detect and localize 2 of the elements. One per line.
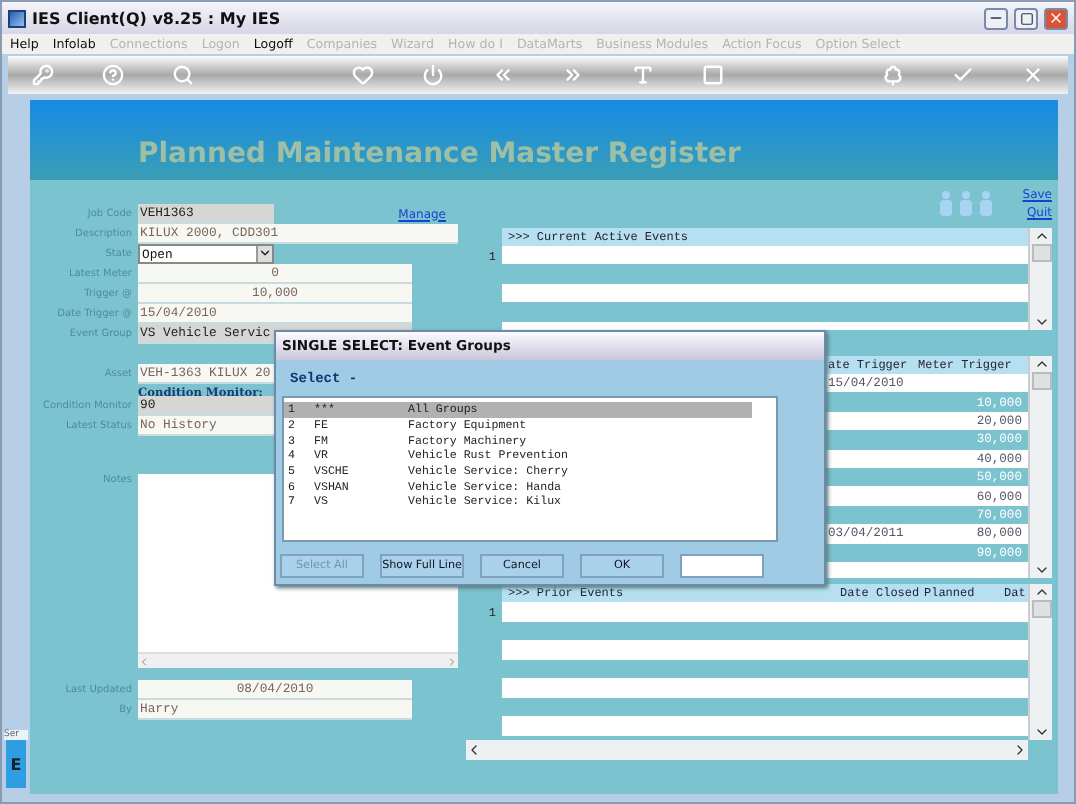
page-title: Planned Maintenance Master Register — [138, 136, 741, 170]
window-title: IES Client(Q) v8.25 : My IES — [32, 9, 283, 27]
